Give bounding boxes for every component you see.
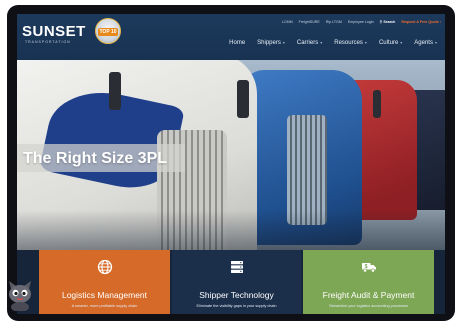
service-card-shipper-technology[interactable]: Shipper Technology Eliminate the visibil… [172, 250, 301, 314]
service-card-title: Freight Audit & Payment [322, 290, 415, 300]
site-logo-tagline: TRANSPORTATION [25, 40, 71, 44]
chat-mascot-icon[interactable] [6, 279, 34, 311]
nav-item-label: Home [229, 40, 246, 46]
globe-icon [97, 259, 112, 275]
search-link[interactable]: ⚲ Search [380, 20, 396, 24]
utility-link[interactable]: FreightSURE [299, 20, 320, 24]
nav-item-agents[interactable]: Agents ▾ [414, 40, 437, 46]
nav-item-culture[interactable]: Culture ▾ [379, 40, 402, 46]
search-label: Search [383, 20, 396, 24]
search-icon: ⚲ [379, 20, 383, 24]
site-logo[interactable]: SUNSET [22, 23, 86, 40]
chevron-right-icon: › [439, 20, 441, 24]
browser-viewport: SUNSET TRANSPORTATION TOP 10 LCMM Freigh… [17, 14, 445, 314]
service-cards: Logistics Management A smarter, more pro… [17, 250, 445, 314]
hero-truck-mirror [237, 80, 249, 118]
svg-text:$: $ [364, 264, 367, 270]
hero-banner: The Right Size 3PL [17, 60, 445, 250]
nav-item-label: Carriers [296, 40, 319, 46]
service-card-desc: A smarter, more profitable supply chain [71, 304, 138, 308]
utility-nav: LCMM FreightSURE Rip LTGM Employee Login… [282, 20, 441, 24]
nav-item-shippers[interactable]: Shippers ▾ [257, 40, 285, 46]
device-frame: SUNSET TRANSPORTATION TOP 10 LCMM Freigh… [7, 5, 455, 321]
request-quote-label: Request A Free Quote [401, 20, 439, 24]
nav-item-label: Resources [334, 40, 363, 46]
nav-item-resources[interactable]: Resources ▾ [334, 40, 367, 46]
hero-title: The Right Size 3PL [23, 150, 168, 167]
hero-truck-mirror [109, 72, 121, 110]
nav-item-label: Culture [378, 40, 399, 46]
site-header: SUNSET TRANSPORTATION TOP 10 LCMM Freigh… [17, 14, 445, 60]
main-nav: Home Shippers ▾ Carriers ▾ Resources ▾ Cult… [229, 40, 437, 46]
nav-item-label: Shippers [257, 40, 281, 46]
chevron-down-icon: ▾ [320, 40, 323, 45]
request-quote-link[interactable]: Request A Free Quote › [401, 20, 441, 24]
chevron-down-icon: ▾ [400, 40, 403, 45]
hero-truck-mirror [373, 90, 381, 118]
service-card-title: Shipper Technology [199, 290, 274, 300]
server-icon [230, 261, 243, 273]
service-card-freight-audit-payment[interactable]: $ Freight Audit & Payment Streamline you… [303, 250, 434, 314]
service-card-desc: Streamline your logistics accounting pro… [329, 304, 408, 308]
nav-item-home[interactable]: Home [229, 40, 245, 46]
truck-money-icon: $ [361, 263, 376, 273]
service-card-desc: Eliminate the visibility gaps in your su… [196, 304, 277, 308]
badge-label: TOP 10 [98, 28, 118, 36]
utility-link[interactable]: Rip LTGM [326, 20, 342, 24]
chevron-down-icon: ▾ [364, 40, 367, 45]
utility-link[interactable]: LCMM [282, 20, 293, 24]
nav-item-carriers[interactable]: Carriers ▾ [297, 40, 322, 46]
nav-item-label: Agents [414, 40, 433, 46]
service-card-logistics-management[interactable]: Logistics Management A smarter, more pro… [39, 250, 170, 314]
hero-truck-grille [287, 115, 327, 225]
top-10-award-badge: TOP 10 [95, 18, 121, 44]
utility-link[interactable]: Employee Login [348, 20, 374, 24]
chevron-down-icon: ▾ [282, 40, 285, 45]
chevron-down-icon: ▾ [434, 40, 437, 45]
service-card-title: Logistics Management [61, 290, 148, 300]
hero-shade [17, 210, 445, 250]
